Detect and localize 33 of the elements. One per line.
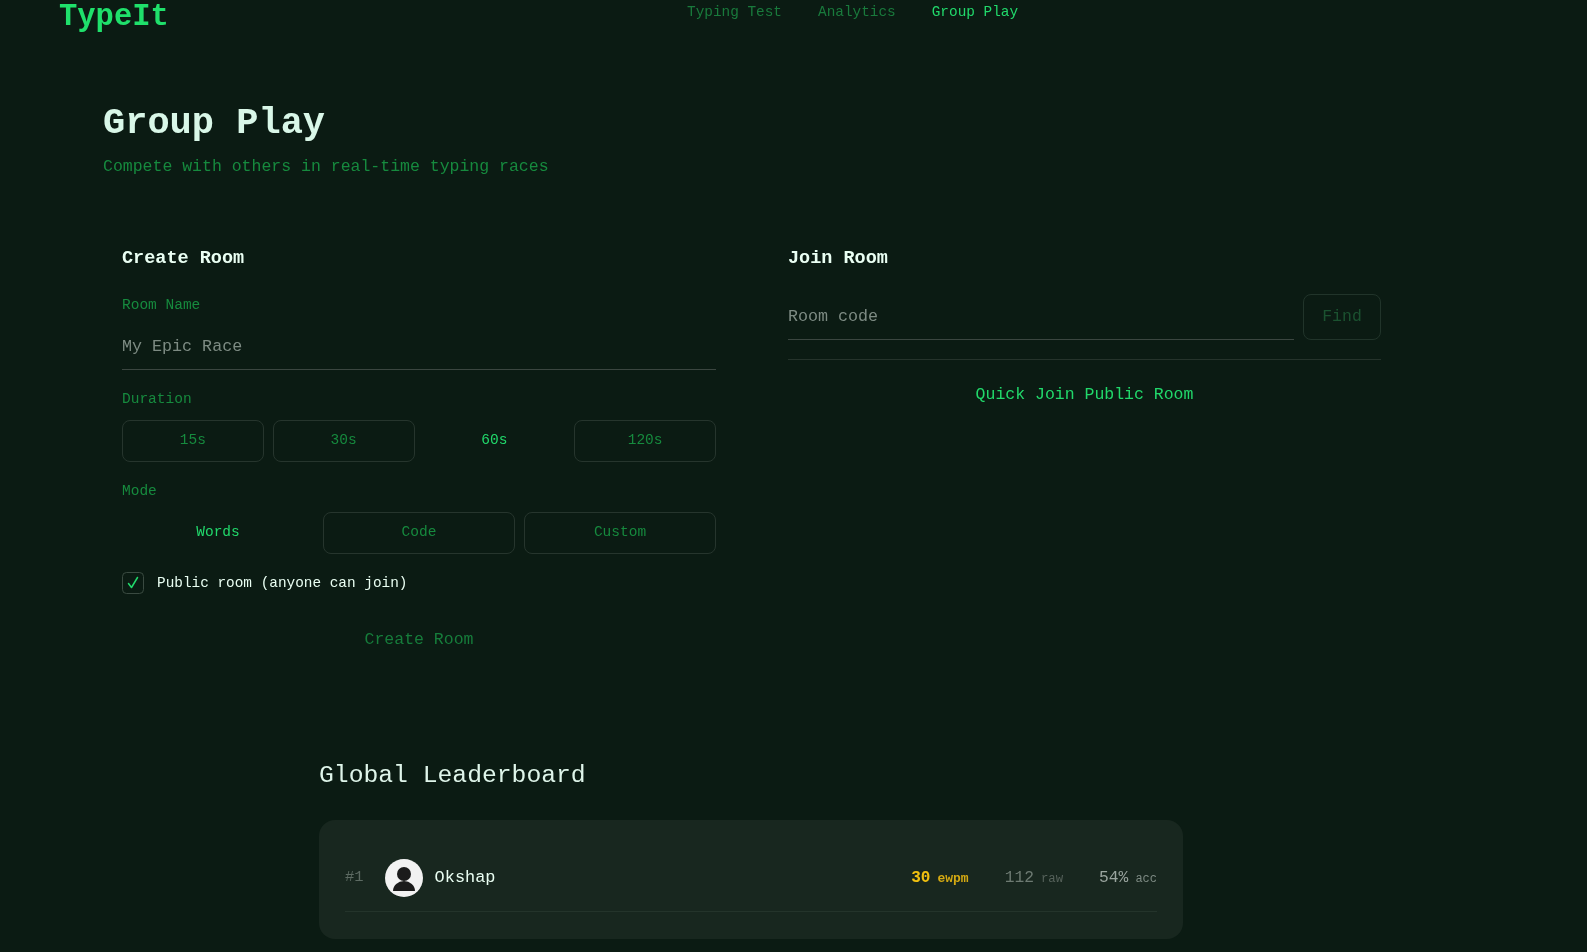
duration-option[interactable]: 30s (272, 420, 415, 462)
nav-link[interactable]: Group Play (931, 2, 1019, 22)
mode-option[interactable]: Words (122, 512, 314, 554)
section-heading: Join Room (788, 247, 888, 271)
rank-text: #1 (345, 867, 364, 889)
stat-unit: ewpm (937, 869, 969, 888)
page-subtitle: Compete with others in real-time typing races (103, 156, 549, 178)
checkbox-label: Public room (anyone can join) (157, 574, 408, 593)
nav-link[interactable]: Typing Test (687, 2, 782, 22)
section-heading: Create Room (122, 247, 245, 271)
field-label: Mode (122, 482, 157, 501)
room-code-field[interactable]: Room code (788, 294, 1294, 340)
field-label: Duration (122, 390, 192, 409)
field-label: Room Name (122, 296, 201, 315)
stat-value: 112 (1004, 866, 1034, 889)
logo-text[interactable]: TypeIt (59, 0, 169, 34)
mode-option[interactable]: Code (323, 512, 515, 554)
room-name-field[interactable]: My Epic Race (122, 324, 716, 370)
nav-link[interactable]: Analytics (818, 2, 896, 22)
duration-option[interactable]: 120s (574, 420, 716, 462)
player-name[interactable]: Okshap (434, 865, 496, 891)
duration-option[interactable]: 15s (122, 420, 264, 462)
duration-option[interactable]: 60s (423, 420, 566, 462)
stat-unit: raw (1040, 870, 1064, 888)
page-title: Group Play (103, 101, 326, 145)
stat-unit: acc (1135, 870, 1157, 888)
leaderboard-title: Global Leaderboard (319, 760, 586, 791)
stat-value: 30 (911, 867, 931, 889)
checkbox[interactable] (122, 572, 144, 594)
mode-option[interactable]: Custom (524, 512, 716, 554)
avatar-icon (384, 859, 423, 897)
quick-join-button[interactable]: Quick Join Public Room (961, 375, 1208, 415)
stat-value: 54% (1099, 866, 1129, 889)
